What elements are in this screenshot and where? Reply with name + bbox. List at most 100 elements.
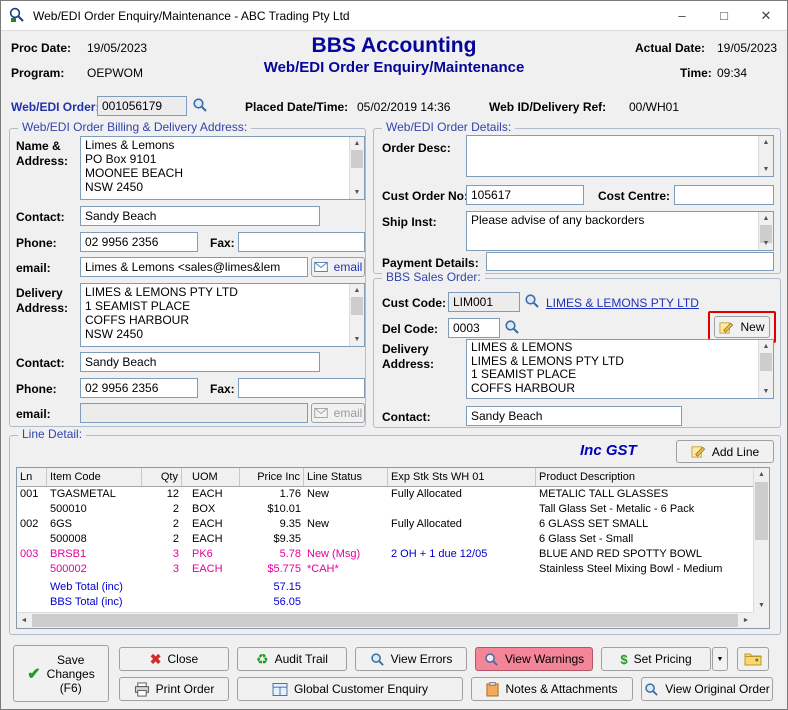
table-row[interactable]: 5000102BOX$10.01Tall Glass Set - Metalic… xyxy=(17,502,753,517)
cell-qty: 2 xyxy=(142,517,182,532)
col-header-item-code[interactable]: Item Code xyxy=(47,468,142,486)
scrollbar[interactable]: ▲ ▼ xyxy=(349,284,364,346)
scrollbar-thumb[interactable] xyxy=(351,297,363,315)
cust-order-no-input[interactable] xyxy=(466,185,584,205)
scroll-down-icon[interactable]: ▼ xyxy=(350,186,364,199)
scrollbar-thumb[interactable] xyxy=(760,353,772,371)
table-row[interactable]: 001TGASMETAL12EACH1.76NewFully Allocated… xyxy=(17,487,753,502)
scroll-right-icon[interactable]: ► xyxy=(739,613,753,628)
order-details-legend: Web/EDI Order Details: xyxy=(382,120,515,134)
print-order-button[interactable]: Print Order xyxy=(119,677,229,701)
fax-input[interactable] xyxy=(238,232,365,252)
scrollbar-thumb[interactable] xyxy=(351,150,363,168)
global-customer-enquiry-button[interactable]: Global Customer Enquiry xyxy=(237,677,463,701)
col-header-line-status[interactable]: Line Status xyxy=(304,468,388,486)
scroll-down-icon[interactable]: ▼ xyxy=(759,237,773,250)
delivery-email-input[interactable] xyxy=(80,403,308,423)
cell-desc: BLUE AND RED SPOTTY BOWL xyxy=(536,547,753,562)
delivery-contact-label: Contact: xyxy=(16,356,65,370)
del-code-input[interactable] xyxy=(448,318,500,338)
view-errors-label: View Errors xyxy=(391,652,453,666)
cust-code-search-button[interactable] xyxy=(521,292,543,312)
scroll-up-icon[interactable]: ▲ xyxy=(759,212,773,225)
customer-link[interactable]: LIMES & LEMONS PTY LTD xyxy=(546,296,699,310)
cust-code-input[interactable] xyxy=(448,292,520,312)
save-changes-button[interactable]: ✔ Save Changes (F6) xyxy=(13,645,109,702)
new-button[interactable]: New xyxy=(714,316,770,338)
scroll-down-icon[interactable]: ▼ xyxy=(759,163,773,176)
cell-status xyxy=(304,502,388,517)
bbs-contact-input[interactable] xyxy=(466,406,682,426)
name-address-box[interactable]: Limes & Lemons PO Box 9101 MOONEE BEACH … xyxy=(80,136,365,200)
set-pricing-button[interactable]: $ Set Pricing xyxy=(601,647,711,671)
email-button[interactable]: email xyxy=(311,257,365,277)
cell-ln: 001 xyxy=(17,487,47,502)
scrollbar[interactable]: ▲ ▼ xyxy=(758,340,773,398)
scroll-up-icon[interactable]: ▲ xyxy=(759,340,773,353)
delivery-address-box[interactable]: LIMES & LEMONS PTY LTD 1 SEAMIST PLACE C… xyxy=(80,283,365,347)
phone-input[interactable] xyxy=(80,232,198,252)
col-header-exp-stk[interactable]: Exp Stk Sts WH 01 xyxy=(388,468,536,486)
order-desc-box[interactable]: ▲ ▼ xyxy=(466,135,774,177)
delivery-phone-input[interactable] xyxy=(80,378,198,398)
scroll-up-icon[interactable]: ▲ xyxy=(754,468,769,481)
scrollbar[interactable]: ▲ ▼ xyxy=(758,212,773,250)
delivery-fax-input[interactable] xyxy=(238,378,365,398)
scrollbar-thumb[interactable] xyxy=(32,614,738,627)
delivery-email-button[interactable]: email xyxy=(311,403,365,423)
table-row[interactable]: 5000082EACH$9.356 Glass Set - Small xyxy=(17,532,753,547)
scrollbar-thumb[interactable] xyxy=(755,482,768,540)
view-original-order-button[interactable]: View Original Order xyxy=(641,677,773,701)
scroll-down-icon[interactable]: ▼ xyxy=(759,385,773,398)
notes-attachments-button[interactable]: Notes & Attachments xyxy=(471,677,633,701)
webedi-order-input[interactable] xyxy=(97,96,187,116)
scroll-up-icon[interactable]: ▲ xyxy=(759,136,773,149)
maximize-icon[interactable]: □ xyxy=(703,1,745,30)
order-desc-label: Order Desc: xyxy=(382,141,451,155)
cost-centre-input[interactable] xyxy=(674,185,774,205)
view-errors-button[interactable]: View Errors xyxy=(355,647,467,671)
col-header-ln[interactable]: Ln xyxy=(17,468,47,486)
payment-details-label: Payment Details: xyxy=(382,256,479,270)
table-vertical-scrollbar[interactable]: ▲ ▼ xyxy=(753,468,769,612)
quick-folder-button[interactable] xyxy=(737,647,769,671)
table-row[interactable]: 5000023EACH$5.775*CAH*Stainless Steel Mi… xyxy=(17,562,753,577)
ship-inst-box[interactable]: Please advise of any backorders ▲ ▼ xyxy=(466,211,774,251)
placed-label: Placed Date/Time: xyxy=(245,100,348,114)
search-icon xyxy=(484,652,499,667)
scrollbar[interactable]: ▲ ▼ xyxy=(349,137,364,199)
contact-input[interactable] xyxy=(80,206,320,226)
view-warnings-button[interactable]: View Warnings xyxy=(475,647,593,671)
recycle-icon: ♻ xyxy=(256,651,269,668)
col-header-price-inc[interactable]: Price Inc xyxy=(240,468,304,486)
billing-group: Web/EDI Order Billing & Delivery Address… xyxy=(9,128,366,427)
titlebar-close-icon[interactable]: ✕ xyxy=(745,1,787,30)
cell-desc: METALIC TALL GLASSES xyxy=(536,487,753,502)
del-code-search-button[interactable] xyxy=(501,318,523,338)
close-button[interactable]: ✖ Close xyxy=(119,647,229,671)
scroll-up-icon[interactable]: ▲ xyxy=(350,284,364,297)
audit-trail-button[interactable]: ♻ Audit Trail xyxy=(237,647,347,671)
scroll-left-icon[interactable]: ◄ xyxy=(17,613,31,628)
scroll-down-icon[interactable]: ▼ xyxy=(350,333,364,346)
add-line-button[interactable]: Add Line xyxy=(676,440,774,463)
actual-date-value: 19/05/2023 xyxy=(717,41,777,55)
table-row[interactable]: 003BRSB13PK65.78New (Msg)2 OH + 1 due 12… xyxy=(17,547,753,562)
col-header-qty[interactable]: Qty xyxy=(142,468,182,486)
email-input[interactable] xyxy=(80,257,308,277)
table-horizontal-scrollbar[interactable]: ◄ ► xyxy=(17,612,753,628)
payment-details-input[interactable] xyxy=(486,252,774,271)
scroll-down-icon[interactable]: ▼ xyxy=(754,599,769,612)
window: Web/EDI Order Enquiry/Maintenance - ABC … xyxy=(0,0,788,710)
bbs-delivery-address-box[interactable]: LIMES & LEMONS LIMES & LEMONS PTY LTD 1 … xyxy=(466,339,774,399)
set-pricing-dropdown-button[interactable]: ▼ xyxy=(712,647,728,671)
delivery-contact-input[interactable] xyxy=(80,352,320,372)
table-row[interactable]: 0026GS2EACH9.35NewFully Allocated6 GLASS… xyxy=(17,517,753,532)
scrollbar[interactable]: ▲ ▼ xyxy=(758,136,773,176)
minimize-icon[interactable]: – xyxy=(661,1,703,30)
scroll-up-icon[interactable]: ▲ xyxy=(350,137,364,150)
col-header-product-description[interactable]: Product Description xyxy=(536,468,769,486)
order-search-button[interactable] xyxy=(189,96,211,116)
col-header-uom[interactable]: UOM xyxy=(182,468,240,486)
billing-legend: Web/EDI Order Billing & Delivery Address… xyxy=(18,120,251,134)
